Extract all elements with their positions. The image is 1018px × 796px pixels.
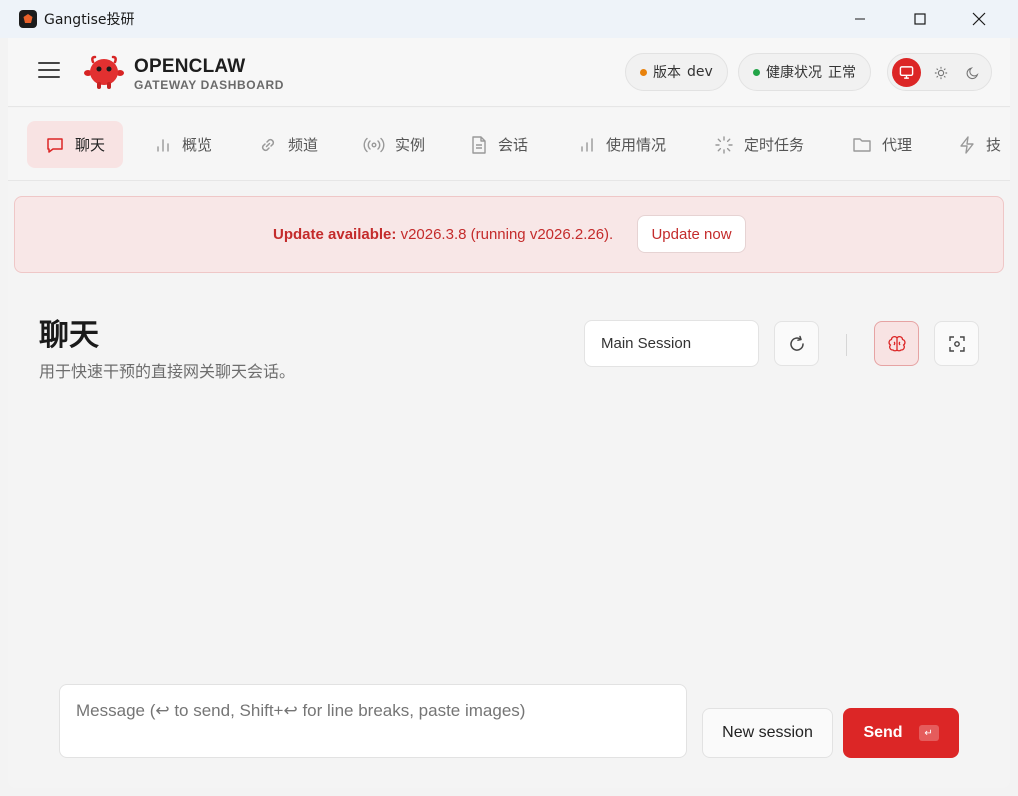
send-button[interactable]: Send ↵ xyxy=(843,708,959,758)
zap-icon xyxy=(960,135,974,154)
version-label: 版本 xyxy=(653,65,681,81)
tab-cron-label: 定时任务 xyxy=(744,136,805,154)
mascot-logo-icon xyxy=(84,55,124,89)
health-value: 正常 xyxy=(828,65,856,81)
maximize-icon xyxy=(914,13,926,25)
focus-icon xyxy=(948,335,965,352)
refresh-button[interactable] xyxy=(774,321,819,366)
tab-overview[interactable]: 概览 xyxy=(136,121,230,168)
toolbar-divider xyxy=(846,334,847,356)
tab-chat-label: 聊天 xyxy=(75,136,106,154)
update-version-text: v2026.3.8 (running v2026.2.26). xyxy=(400,226,614,243)
close-button[interactable] xyxy=(950,0,1008,38)
focus-mode-button[interactable] xyxy=(934,321,979,366)
folder-icon xyxy=(853,137,871,152)
message-input[interactable] xyxy=(59,684,687,758)
enter-key-icon: ↵ xyxy=(918,725,939,741)
tab-skills-label: 技 xyxy=(986,136,1002,154)
tab-sessions[interactable]: 会话 xyxy=(452,121,546,168)
brand-title: OPENCLAW xyxy=(134,56,246,77)
theme-system-button[interactable] xyxy=(892,58,921,87)
loader-icon xyxy=(715,135,733,154)
monitor-icon xyxy=(899,66,914,79)
file-text-icon xyxy=(472,135,486,154)
version-value: dev xyxy=(687,64,713,80)
radio-icon xyxy=(363,137,385,152)
brand-subtitle: GATEWAY DASHBOARD xyxy=(134,78,284,92)
health-label: 健康状况 xyxy=(766,65,822,81)
tab-overview-label: 概览 xyxy=(182,136,213,154)
update-banner-text: Update available: v2026.3.8 (running v20… xyxy=(273,226,613,243)
moon-icon xyxy=(966,66,978,79)
refresh-icon xyxy=(789,335,804,351)
send-button-label: Send xyxy=(863,724,903,741)
bar-chart-icon xyxy=(581,137,593,152)
bar-chart-icon xyxy=(157,138,169,152)
tab-sessions-label: 会话 xyxy=(498,136,529,154)
top-bar: OPENCLAW GATEWAY DASHBOARD 版本 dev 健康状况 正… xyxy=(8,38,1010,107)
tab-instances[interactable]: 实例 xyxy=(345,121,443,168)
tab-instances-label: 实例 xyxy=(395,136,426,154)
tab-usage[interactable]: 使用情况 xyxy=(560,121,684,168)
tab-cron[interactable]: 定时任务 xyxy=(696,121,822,168)
sun-icon xyxy=(934,66,947,79)
version-status-dot xyxy=(640,68,647,76)
nav-tabs: 聊天 概览 频道 实例 会话 使用情况 定时任务 代理 技 xyxy=(8,108,1010,181)
tab-agents-label: 代理 xyxy=(882,136,913,154)
tab-skills[interactable]: 技 xyxy=(940,121,1010,168)
title-bar: Gangtise投研 xyxy=(0,0,1018,38)
tab-agents[interactable]: 代理 xyxy=(834,121,930,168)
update-now-button[interactable]: Update now xyxy=(637,215,746,253)
app-logo-icon xyxy=(19,10,37,28)
tab-channels-label: 频道 xyxy=(288,136,319,154)
menu-toggle-button[interactable] xyxy=(38,62,60,80)
minimize-button[interactable] xyxy=(831,0,889,38)
tab-usage-label: 使用情况 xyxy=(606,136,667,154)
page-title: 聊天 xyxy=(39,318,99,353)
thinking-toggle-button[interactable] xyxy=(874,321,919,366)
health-status-dot xyxy=(753,68,760,76)
close-icon xyxy=(972,12,986,26)
window-title: Gangtise投研 xyxy=(44,12,135,28)
link-icon xyxy=(261,138,275,151)
message-icon xyxy=(47,137,63,153)
app-content: OPENCLAW GATEWAY DASHBOARD 版本 dev 健康状况 正… xyxy=(8,38,1010,788)
theme-light-button[interactable] xyxy=(926,58,955,87)
update-available-label: Update available: xyxy=(273,226,397,243)
update-banner: Update available: v2026.3.8 (running v20… xyxy=(14,196,1004,273)
page-subtitle: 用于快速干预的直接网关聊天会话。 xyxy=(39,362,296,381)
theme-dark-button[interactable] xyxy=(958,58,987,87)
brain-icon xyxy=(887,335,906,351)
tab-channels[interactable]: 频道 xyxy=(240,121,336,168)
version-badge: 版本 dev xyxy=(625,53,728,91)
tab-chat[interactable]: 聊天 xyxy=(27,121,124,168)
health-badge: 健康状况 正常 xyxy=(738,53,871,91)
theme-switcher xyxy=(887,53,992,91)
new-session-button[interactable]: New session xyxy=(702,708,833,758)
minimize-icon xyxy=(855,18,865,20)
app-window: Gangtise投研 OPENCLAW GATEWAY DASHBOARD 版本… xyxy=(0,0,1018,796)
session-select[interactable]: Main Session xyxy=(584,320,759,367)
maximize-button[interactable] xyxy=(891,0,949,38)
